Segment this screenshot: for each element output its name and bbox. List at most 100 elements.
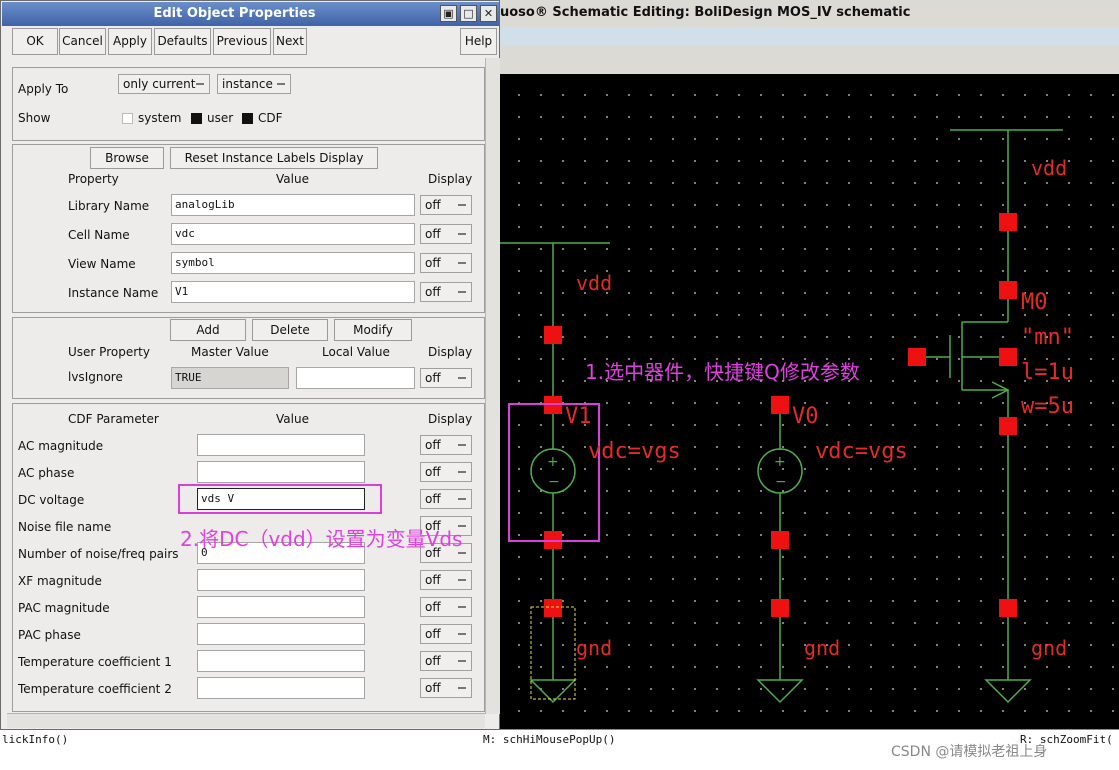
display-value: off (425, 256, 441, 270)
show-user-label: user (207, 111, 234, 125)
horizontal-scrollbar[interactable] (7, 713, 485, 728)
apply-type-value: instance (222, 77, 273, 91)
show-cdf-checkbox[interactable] (242, 113, 253, 124)
display-value: off (425, 198, 441, 212)
instance-panel: Browse Reset Instance Labels Display Pro… (12, 144, 485, 313)
browse-button[interactable]: Browse (90, 147, 164, 169)
dialog-titlebar[interactable]: Edit Object Properties ▣ □ ✕ (2, 2, 499, 26)
cdf-display-select[interactable]: off (420, 651, 472, 671)
cdf-label: Number of noise/freq pairs (18, 547, 179, 561)
display-value: off (425, 654, 441, 668)
display-value: off (425, 227, 441, 241)
lvsignore-local-field[interactable] (296, 367, 415, 389)
display-value: off (425, 627, 441, 641)
vertical-scrollbar[interactable] (485, 58, 500, 714)
cdf-display-select[interactable]: off (420, 570, 472, 590)
show-system-checkbox[interactable] (122, 113, 133, 124)
lvsignore-display-select[interactable]: off (420, 368, 472, 388)
instance-name-display-select[interactable]: off (420, 282, 472, 302)
reset-labels-button[interactable]: Reset Instance Labels Display (170, 147, 378, 169)
apply-scope-select[interactable]: only current (118, 74, 210, 94)
show-user-checkbox[interactable] (191, 113, 202, 124)
label-m0-width: w=5u (1021, 394, 1074, 419)
label-vdd-v1: vdd (576, 271, 613, 295)
lvsignore-master-field: TRUE (171, 367, 289, 389)
cdf-display-select[interactable]: off (420, 678, 472, 698)
status-bar: lickInfo() M: schHiMousePopUp() R: schZo… (0, 729, 1119, 770)
svg-text:−: − (775, 474, 787, 490)
user-property-panel: Add Delete Modify User Property Master V… (12, 317, 485, 399)
modify-button[interactable]: Modify (334, 319, 412, 341)
apply-to-panel: Apply To only current instance Show syst… (12, 67, 485, 141)
col-display: Display (428, 172, 473, 186)
defaults-button[interactable]: Defaults (154, 28, 211, 55)
label-gnd-m0: gnd (1031, 636, 1068, 660)
view-name-field[interactable]: symbol (171, 252, 415, 274)
apply-button[interactable]: Apply (108, 28, 152, 55)
add-button[interactable]: Add (170, 319, 246, 341)
next-button[interactable]: Next (273, 28, 307, 55)
cdf-label: Noise file name (18, 520, 112, 534)
cell-name-display-select[interactable]: off (420, 224, 472, 244)
cdf-label: PAC phase (18, 628, 81, 642)
maximize-icon[interactable]: □ (460, 5, 477, 22)
col-user-property: User Property (68, 345, 150, 359)
cdf-value-field[interactable] (197, 461, 365, 483)
cdf-value-field[interactable] (197, 569, 365, 591)
close-icon[interactable]: ✕ (480, 5, 497, 22)
label-m0-model: "mn" (1021, 325, 1074, 350)
cdf-display-select[interactable]: off (420, 435, 472, 455)
cell-name-label: Cell Name (68, 228, 130, 242)
col-cdf-param: CDF Parameter (68, 412, 159, 426)
label-vdc-v0: vdc=vgs (815, 439, 908, 464)
cdf-display-select[interactable]: off (420, 624, 472, 644)
cdf-value-field[interactable] (197, 596, 365, 618)
cdf-display-select[interactable]: off (420, 597, 472, 617)
dc-voltage-display-select[interactable]: off (420, 489, 472, 509)
col-cdf-value: Value (276, 412, 309, 426)
col-value: Value (276, 172, 309, 186)
label-vdd-m0: vdd (1031, 156, 1068, 180)
previous-button[interactable]: Previous (213, 28, 271, 55)
show-label: Show (18, 111, 51, 125)
lvsignore-label: lvsIgnore (68, 370, 123, 384)
cdf-label: PAC magnitude (18, 601, 110, 615)
cancel-button[interactable]: Cancel (59, 28, 106, 55)
cell-name-field[interactable]: vdc (171, 223, 415, 245)
dc-voltage-field[interactable]: vds V (197, 488, 365, 510)
col-master-value: Master Value (191, 345, 269, 359)
cdf-display-select[interactable]: off (420, 462, 472, 482)
library-name-field[interactable]: analogLib (171, 194, 415, 216)
view-name-display-select[interactable]: off (420, 253, 472, 273)
apply-type-select[interactable]: instance (217, 74, 291, 94)
annotation-step2: 2.将DC（vdd）设置为变量Vds (180, 527, 463, 551)
dc-voltage-label: DC voltage (18, 493, 85, 507)
label-v0: V0 (792, 404, 819, 429)
instance-name-label: Instance Name (68, 286, 159, 300)
status-left: lickInfo() (2, 733, 69, 746)
minimize-icon[interactable]: ▣ (440, 5, 457, 22)
cdf-value-field[interactable] (197, 650, 365, 672)
cdf-label: Temperature coefficient 2 (18, 682, 172, 696)
svg-text:+: + (547, 454, 559, 470)
col-cdf-display: Display (428, 412, 473, 426)
display-value: off (425, 600, 441, 614)
cdf-label: AC magnitude (18, 439, 104, 453)
show-cdf-label: CDF (258, 111, 283, 125)
delete-button[interactable]: Delete (252, 319, 328, 341)
library-name-label: Library Name (68, 199, 150, 213)
label-vdc-v1: vdc=vgs (588, 439, 681, 464)
instance-name-field[interactable]: V1 (171, 281, 415, 303)
ok-button[interactable]: OK (12, 28, 58, 55)
display-value: off (425, 465, 441, 479)
library-name-display-select[interactable]: off (420, 195, 472, 215)
cdf-label: Temperature coefficient 1 (18, 655, 172, 669)
cdf-value-field[interactable] (197, 677, 365, 699)
label-m0: M0 (1021, 290, 1048, 315)
cdf-value-field[interactable] (197, 434, 365, 456)
help-button[interactable]: Help (460, 28, 497, 55)
edit-object-properties-dialog: Edit Object Properties ▣ □ ✕ OK Cancel A… (0, 0, 500, 730)
show-system-label: system (138, 111, 182, 125)
cdf-value-field[interactable] (197, 623, 365, 645)
svg-text:−: − (548, 474, 560, 490)
